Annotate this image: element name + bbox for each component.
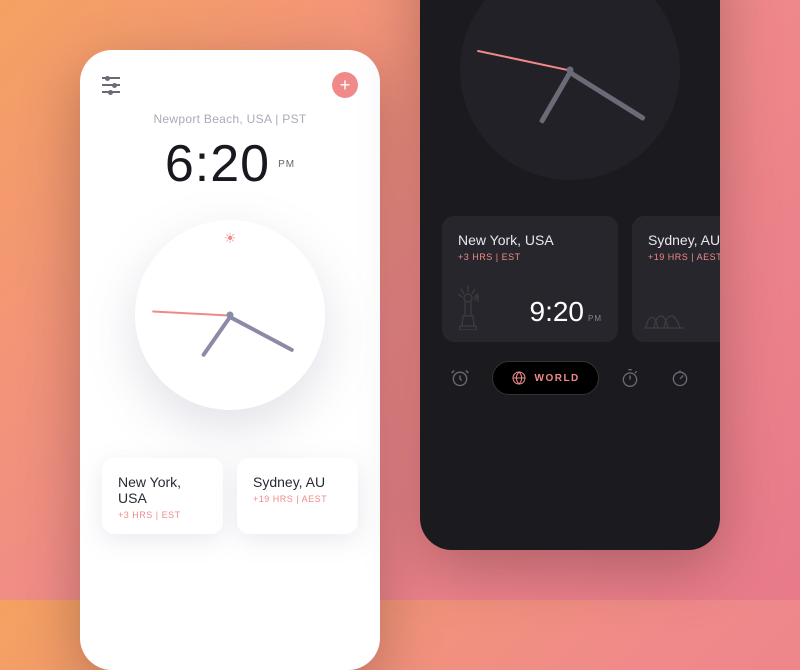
card-meta: +3 HRS | EST [118,510,207,520]
card-meta: +19 HRS | AEST [648,252,720,262]
minute-hand [229,315,294,352]
location-label: Newport Beach, USA | PST [80,112,380,126]
main-time: 6:20 PM [80,134,380,194]
world-card[interactable]: New York, USA +3 HRS | EST [102,458,223,534]
alarm-icon [450,368,470,388]
tab-label: WORLD [535,373,580,384]
card-city: Sydney, AU [648,232,720,248]
card-city: New York, USA [458,232,602,248]
card-ampm: PM [588,314,602,323]
world-cards-row-dark: New York, USA +3 HRS | EST 9:20 PM Sydne… [420,216,720,342]
analog-clock: ☀ [80,220,380,410]
tab-world-active[interactable]: WORLD [492,361,599,395]
opera-house-icon [644,300,684,330]
sun-icon: ☀ [224,230,237,247]
statue-of-liberty-icon [454,286,482,330]
card-time: 9:20 [530,296,585,328]
tab-stopwatch[interactable] [612,360,648,396]
hour-hand [201,316,232,358]
second-hand [152,311,230,317]
hour-hand [539,71,572,124]
time-ampm: PM [278,159,295,170]
globe-icon [511,370,527,386]
stopwatch-icon [620,368,640,388]
world-card[interactable]: Sydney, AU +19 HRS | AEST [237,458,358,534]
time-value: 6:20 [165,134,270,194]
topbar: + [80,50,380,106]
world-card[interactable]: New York, USA +3 HRS | EST 9:20 PM [442,216,618,342]
tab-timer[interactable] [662,360,698,396]
add-button[interactable]: + [332,72,358,98]
card-city: Sydney, AU [253,474,342,490]
minute-hand [569,70,646,121]
tabbar: WORLD [420,342,720,418]
world-card[interactable]: Sydney, AU +19 HRS | AEST 1 [632,216,720,342]
settings-icon[interactable] [102,77,120,93]
phone-dark: ☾ New York, USA +3 HRS | EST 9:20 PM Syd… [420,0,720,550]
second-hand [477,50,570,71]
card-city: New York, USA [118,474,207,506]
world-cards-row: New York, USA +3 HRS | EST Sydney, AU +1… [80,458,380,534]
tab-alarm[interactable] [442,360,478,396]
analog-clock-dark: ☾ [420,0,720,180]
timer-icon [670,368,690,388]
card-meta: +3 HRS | EST [458,252,602,262]
clock-pivot [567,67,574,74]
clock-pivot [227,312,234,319]
card-meta: +19 HRS | AEST [253,494,342,504]
phone-light: + Newport Beach, USA | PST 6:20 PM ☀ New… [80,50,380,670]
